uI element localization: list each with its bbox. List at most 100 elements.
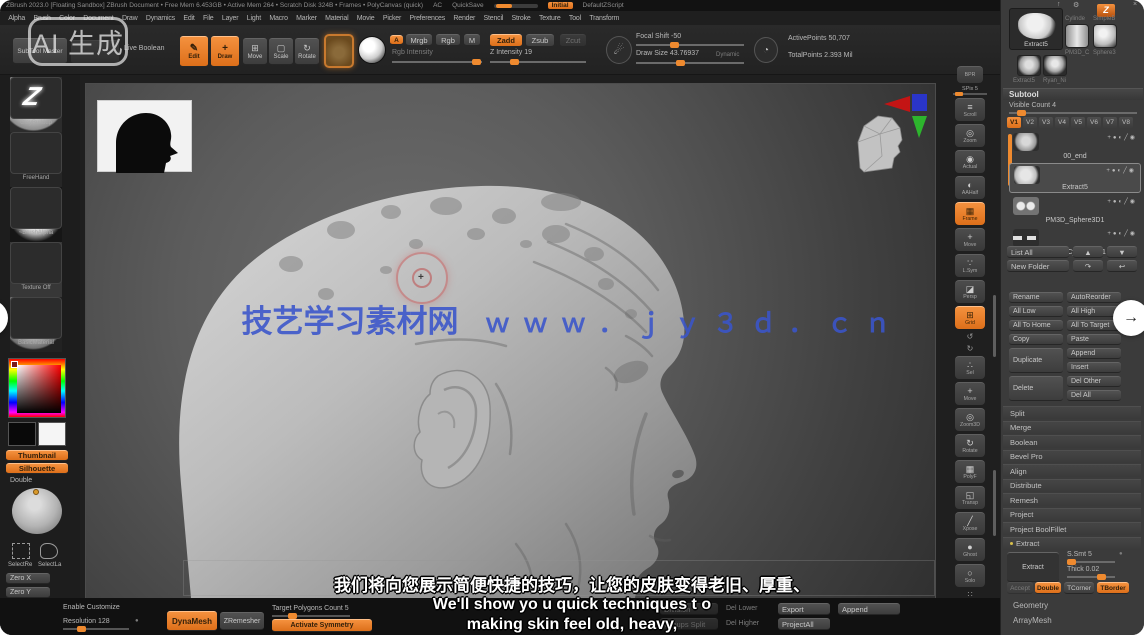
shelf-tool-button[interactable]: ▦ Frame <box>955 202 985 225</box>
next-arrow-button[interactable]: → <box>1113 300 1144 336</box>
all-low-button[interactable]: All Low <box>1009 306 1063 317</box>
default-zscript-button[interactable]: DefaultZScript <box>583 2 624 9</box>
double-label[interactable]: Double <box>10 477 32 484</box>
section-header[interactable]: Project BoolFillet <box>1003 522 1141 535</box>
eye-icon[interactable]: ◉ <box>1130 231 1137 237</box>
section-header[interactable]: Extract <box>1003 537 1141 550</box>
shelf-tool-button[interactable]: ◎ Zoom3D <box>955 408 985 431</box>
saturation-square[interactable] <box>17 365 61 413</box>
menu-item[interactable]: Marker <box>292 15 321 22</box>
list-all-button[interactable]: List All <box>1007 246 1069 258</box>
section-header[interactable]: Split <box>1003 406 1141 419</box>
titlebar-slider[interactable] <box>494 4 538 8</box>
z-intensity-slider[interactable]: Z Intensity 19 <box>490 49 532 56</box>
zsub-button[interactable]: Zsub <box>526 34 554 47</box>
shelf-tool-button[interactable]: ≡ Scroll <box>955 98 985 121</box>
focal-shift-slider[interactable]: Focal Shift -50 <box>636 33 681 40</box>
close-icon[interactable]: × <box>1133 1 1137 8</box>
s-smt-track2[interactable] <box>1067 561 1115 563</box>
shelf-tool-button[interactable]: ◱ Transp <box>955 486 985 509</box>
subtool-row[interactable]: +●◐╱◉ 00_end <box>1009 131 1141 161</box>
eye-icon[interactable]: ◉ <box>1129 168 1136 174</box>
section-header[interactable]: Remesh <box>1003 493 1141 506</box>
subtool-thumbnail[interactable] <box>1013 197 1039 215</box>
recent-tool-thumbnail-cylinder[interactable] <box>1065 24 1089 48</box>
initial-button[interactable]: Initial <box>548 2 573 9</box>
visibility-tab[interactable]: V1 <box>1007 117 1021 128</box>
section-header[interactable]: Align <box>1003 464 1141 477</box>
mrgb-button[interactable]: Mrgb <box>406 34 432 46</box>
subtool-thumbnail[interactable] <box>1014 166 1040 184</box>
shelf-tool-button[interactable]: ╱ Xpose <box>955 512 985 535</box>
current-brush-thumbnail[interactable] <box>324 34 354 68</box>
visibility-tab[interactable]: V5 <box>1071 117 1085 128</box>
visible-count-track[interactable] <box>1009 112 1137 114</box>
section-header[interactable]: Bevel Pro <box>1003 450 1141 463</box>
s-smt-slider[interactable]: S.Smt 5 <box>1067 551 1092 558</box>
a-badge[interactable]: A <box>390 35 403 45</box>
autoreorder-button[interactable]: AutoReorder <box>1067 292 1121 303</box>
visible-count-slider[interactable]: Visible Count 4 <box>1009 102 1056 109</box>
subtool-down-button[interactable]: ▼ <box>1107 246 1137 258</box>
shelf-tool-button[interactable]: ▦ PolyF <box>955 460 985 483</box>
menu-item[interactable]: Transform <box>585 15 620 22</box>
shelf-tool-button[interactable]: ∴ Sel <box>955 356 985 379</box>
visibility-tab[interactable]: V4 <box>1055 117 1069 128</box>
shelf-tool-button[interactable]: ∵ L.Sym <box>955 254 985 277</box>
z-intensity-track[interactable] <box>490 61 586 63</box>
menu-item[interactable]: Render <box>449 15 479 22</box>
menu-item[interactable]: Edit <box>179 15 199 22</box>
select-rect-icon[interactable] <box>12 543 30 559</box>
axis-gizmo[interactable] <box>882 92 934 140</box>
folder-undo-icon[interactable]: ↩ <box>1107 260 1137 272</box>
folder-redo-icon[interactable]: ↷ <box>1073 260 1103 272</box>
subtool-thumbnail[interactable] <box>1013 229 1039 247</box>
menu-item[interactable]: Light <box>243 15 266 22</box>
thumbnail-button[interactable]: Thumbnail <box>6 450 68 461</box>
visibility-tab[interactable]: V7 <box>1103 117 1117 128</box>
shelf-tool-button[interactable]: ● Ghost <box>955 538 985 561</box>
shelf-tool-button[interactable]: + Move <box>955 382 985 405</box>
draw-size-slider[interactable]: Draw Size 43.76937 <box>636 50 699 57</box>
recent-tool-thumbnail-sphere[interactable] <box>1093 24 1117 48</box>
menu-item[interactable]: Texture <box>535 15 565 22</box>
all-to-home-button[interactable]: All To Home <box>1009 320 1063 331</box>
menu-item[interactable]: Alpha <box>4 15 29 22</box>
shelf-tool-button[interactable]: ◐ AAHalf <box>955 176 985 199</box>
menu-item[interactable]: Layer <box>218 15 243 22</box>
shelf-tool-button[interactable]: ◪ Persp <box>955 280 985 303</box>
menu-item[interactable]: Macro <box>265 15 292 22</box>
bpr-button[interactable]: BPR <box>957 66 983 83</box>
current-material-sphere[interactable] <box>358 36 386 64</box>
menu-item[interactable]: Tool <box>565 15 585 22</box>
secondary-color-swatch[interactable] <box>8 422 36 446</box>
draw-button[interactable]: +Draw <box>211 36 239 67</box>
color-picker[interactable] <box>8 358 66 418</box>
del-other-button[interactable]: Del Other <box>1067 376 1121 387</box>
insert-button[interactable]: Insert <box>1067 362 1121 373</box>
delete-button[interactable]: Delete <box>1009 376 1063 401</box>
append-button[interactable]: Append <box>1067 348 1121 359</box>
rename-button[interactable]: Rename <box>1009 292 1063 303</box>
duplicate-button[interactable]: Duplicate <box>1009 348 1063 373</box>
del-all-button[interactable]: Del All <box>1067 390 1121 401</box>
visibility-tab[interactable]: V3 <box>1039 117 1053 128</box>
visibility-tab[interactable]: V8 <box>1119 117 1133 128</box>
menu-item[interactable]: Stencil <box>479 15 507 22</box>
menu-item[interactable]: Stroke <box>507 15 534 22</box>
stroke-icon[interactable]: ☄ <box>606 36 632 64</box>
section-header[interactable]: Project <box>1003 508 1141 521</box>
draw-size-track[interactable] <box>636 62 744 64</box>
subtool-row[interactable]: +●◐╱◉ PM3D_Sphere3D1 <box>1009 195 1141 225</box>
tray-thumbnail[interactable] <box>10 187 62 229</box>
scale-button[interactable]: ▢Scale <box>269 38 293 65</box>
recent-tool-thumbnail-head[interactable] <box>1017 55 1041 76</box>
primary-color-swatch[interactable] <box>38 422 66 446</box>
zadd-button[interactable]: Zadd <box>490 34 522 47</box>
spix-slider[interactable]: SPix 5 <box>953 86 987 95</box>
section-header[interactable]: Boolean <box>1003 435 1141 448</box>
shelf-tool-button[interactable]: ◉ Actual <box>955 150 985 173</box>
select-lasso-icon[interactable] <box>40 543 58 559</box>
tray-thumbnail[interactable] <box>10 242 62 284</box>
titlebar-ac[interactable]: AC <box>433 2 442 9</box>
